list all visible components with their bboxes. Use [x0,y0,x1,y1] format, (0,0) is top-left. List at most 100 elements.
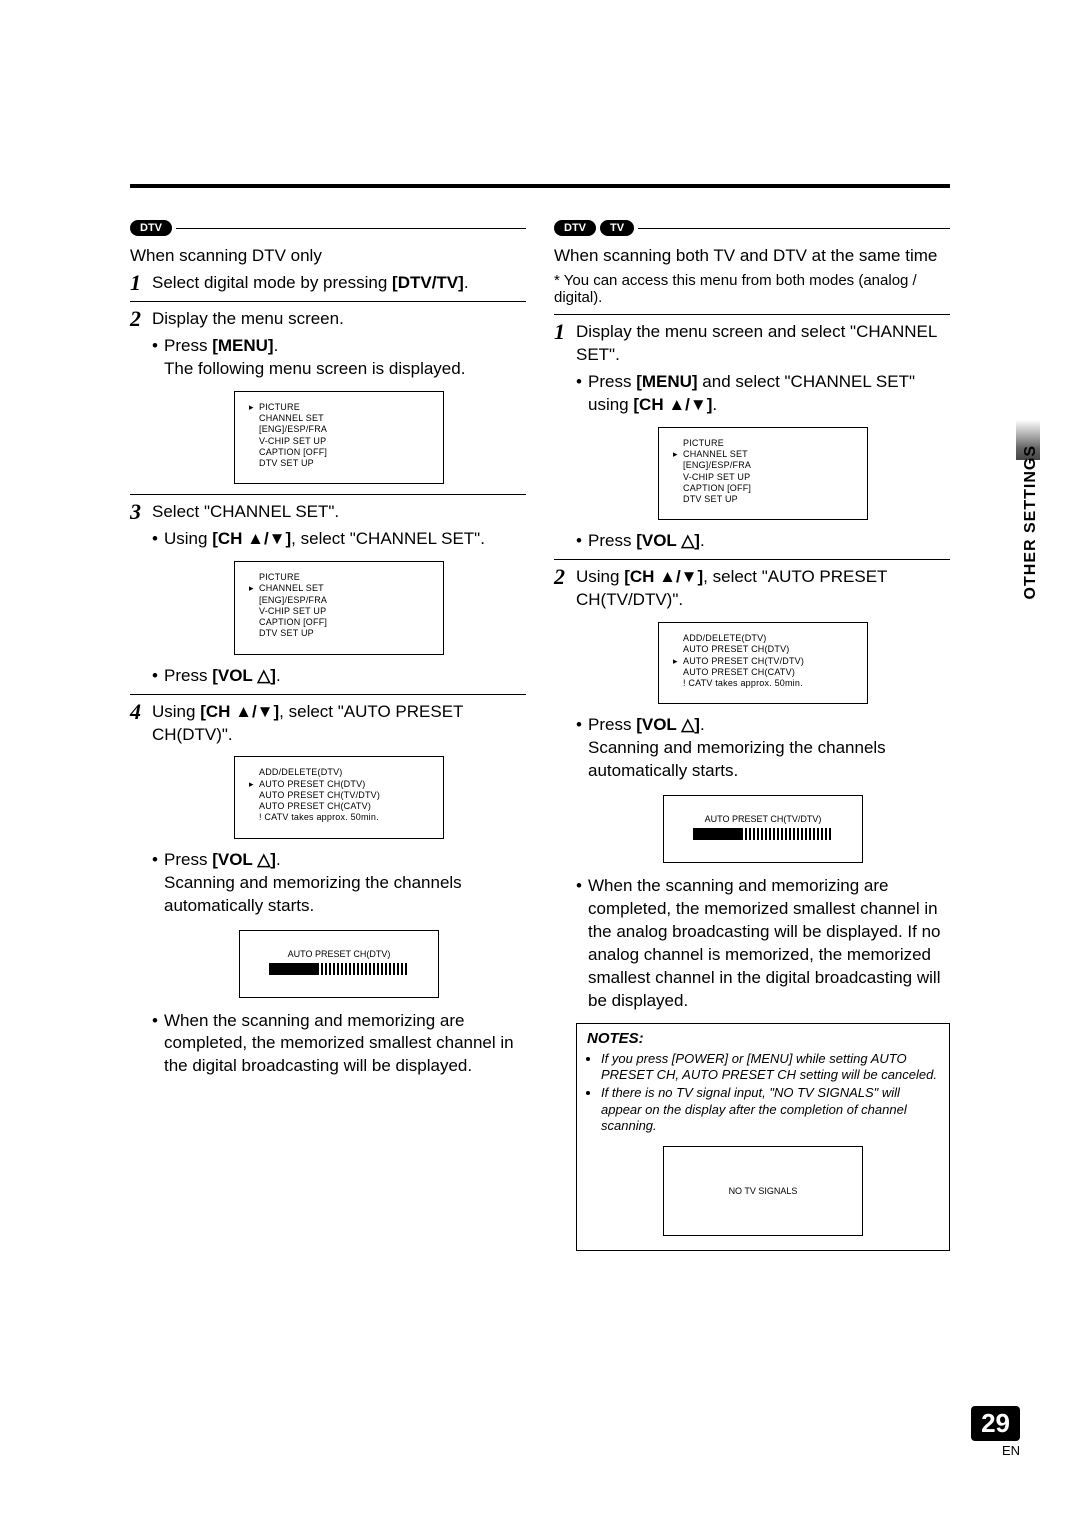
button-ref: [VOL ] [212,666,276,685]
osd-item: DTV SET UP [259,458,314,469]
osd-channel-set: PICTURE ▸CHANNEL SET [ENG]/ESP/FRA V-CHI… [658,427,868,521]
left-step-4: 4 Using [CH ▲/▼], select "AUTO PRESET CH… [130,701,526,747]
badge-dtv: DTV [554,220,596,236]
notes-list: If you press [POWER] or [MENU] while set… [587,1051,939,1134]
bullet-dot: • [152,849,164,918]
bullet: • Press [MENU] and select "CHANNEL SET" … [576,371,950,417]
button-ref: [CH ▲/▼] [212,529,291,548]
osd-item: [ENG]/ESP/FRA [259,595,327,606]
triangle-up-icon [257,850,270,869]
osd-item: DTV SET UP [259,628,314,639]
osd-item: AUTO PRESET CH(DTV) [683,644,789,655]
page-number-block: 29 EN [971,1406,1020,1458]
right-step-2-details: ADD/DELETE(DTV) AUTO PRESET CH(DTV) ▸AUT… [554,622,950,1251]
text: Select digital mode by pressing [152,273,392,292]
step-number: 2 [554,566,576,588]
triangle-up-icon [681,531,694,550]
bullet-text: Press [VOL ]. Scanning and memorizing th… [588,714,950,783]
osd-no-signal: NO TV SIGNALS [663,1146,863,1236]
bullet-dot: • [152,665,164,688]
osd-item: CAPTION [OFF] [683,483,751,494]
right-step-1-details: • Press [MENU] and select "CHANNEL SET" … [554,371,950,553]
separator [554,314,950,315]
osd-item: DTV SET UP [683,494,738,505]
osd-item: ! CATV takes approx. 50min. [683,678,803,689]
text: The following menu screen is displayed. [164,359,465,378]
bullet-dot: • [576,530,588,553]
osd-item: CHANNEL SET [683,449,748,460]
osd-item: CAPTION [OFF] [259,617,327,628]
button-ref: [MENU] [212,336,273,355]
step-number: 3 [130,501,152,523]
text: . [274,336,279,355]
osd-item: CAPTION [OFF] [259,447,327,458]
notes-title: NOTES: [587,1030,939,1047]
step-2-details: • Press [MENU]. The following menu scree… [130,335,526,484]
bullet: • Press [VOL ]. [576,530,950,553]
step-body: Display the menu screen. [152,308,526,331]
progress-label: AUTO PRESET CH(DTV) [252,949,426,959]
step-number: 1 [130,272,152,294]
separator [130,694,526,695]
osd-item: AUTO PRESET CH(TV/DTV) [683,656,804,667]
button-ref: [CH ▲/▼] [624,567,703,586]
step-body: Select "CHANNEL SET". [152,501,526,524]
notes-box: NOTES: If you press [POWER] or [MENU] wh… [576,1023,950,1251]
text: . [700,531,705,550]
button-ref: [VOL ] [636,531,700,550]
bullet-text: When the scanning and memorizing are com… [588,875,950,1013]
step-body: Display the menu screen and select "CHAN… [576,321,950,367]
osd-item: V-CHIP SET UP [259,436,326,447]
text: Using [576,567,624,586]
text: . [712,395,717,414]
left-intro: When scanning DTV only [130,246,526,266]
text: Press [588,372,636,391]
osd-channel-set: PICTURE ▸CHANNEL SET [ENG]/ESP/FRA V-CHI… [234,561,444,655]
osd-item: AUTO PRESET CH(DTV) [259,779,365,790]
bullet: • When the scanning and memorizing are c… [576,875,950,1013]
osd-item: CHANNEL SET [259,583,324,594]
bullet-dot: • [576,714,588,783]
bullet-dot: • [152,335,164,381]
left-step-3: 3 Select "CHANNEL SET". [130,501,526,524]
osd-main-menu: ▸PICTURE CHANNEL SET [ENG]/ESP/FRA V-CHI… [234,391,444,485]
osd-progress-dtv: AUTO PRESET CH(DTV) [239,930,439,998]
bullet-text: Using [CH ▲/▼], select "CHANNEL SET". [164,528,526,551]
note-item: If there is no TV signal input, "NO TV S… [601,1085,939,1134]
step-number: 1 [554,321,576,343]
progress-bar [269,963,409,975]
osd-item: [ENG]/ESP/FRA [259,424,327,435]
bullet: • Using [CH ▲/▼], select "CHANNEL SET". [152,528,526,551]
osd-item: AUTO PRESET CH(CATV) [683,667,795,678]
bullet-dot: • [576,875,588,1013]
osd-item: AUTO PRESET CH(TV/DTV) [259,790,380,801]
bullet: • When the scanning and memorizing are c… [152,1010,526,1079]
osd-auto-preset: ADD/DELETE(DTV) AUTO PRESET CH(DTV) ▸AUT… [658,622,868,704]
badge-dtv: DTV [130,220,172,236]
right-badge-row: DTV TV [554,220,950,236]
bullet-text: Press [MENU]. The following menu screen … [164,335,526,381]
separator [130,494,526,495]
bullet-dot: • [576,371,588,417]
page-lang: EN [971,1443,1020,1458]
triangle-up-icon [681,715,694,734]
text: . [276,850,281,869]
bullet: • Press [VOL ]. [152,665,526,688]
section-side-tab: OTHER SETTINGS [1022,445,1040,599]
text: , select "CHANNEL SET". [291,529,485,548]
right-step-1: 1 Display the menu screen and select "CH… [554,321,950,367]
osd-item: ! CATV takes approx. 50min. [259,812,379,823]
button-ref: [DTV/TV] [392,273,464,292]
bullet-dot: • [152,1010,164,1079]
separator [554,559,950,560]
no-signal-text: NO TV SIGNALS [729,1186,798,1196]
text: Using [164,529,212,548]
text: Press [164,336,212,355]
text: Press [164,666,212,685]
osd-auto-preset: ADD/DELETE(DTV) ▸AUTO PRESET CH(DTV) AUT… [234,756,444,838]
badge-rule [638,228,950,229]
button-ref: [CH ▲/▼] [633,395,712,414]
osd-item: [ENG]/ESP/FRA [683,460,751,471]
bullet: • Press [VOL ]. Scanning and memorizing … [576,714,950,783]
osd-progress-tvdtv: AUTO PRESET CH(TV/DTV) [663,795,863,863]
